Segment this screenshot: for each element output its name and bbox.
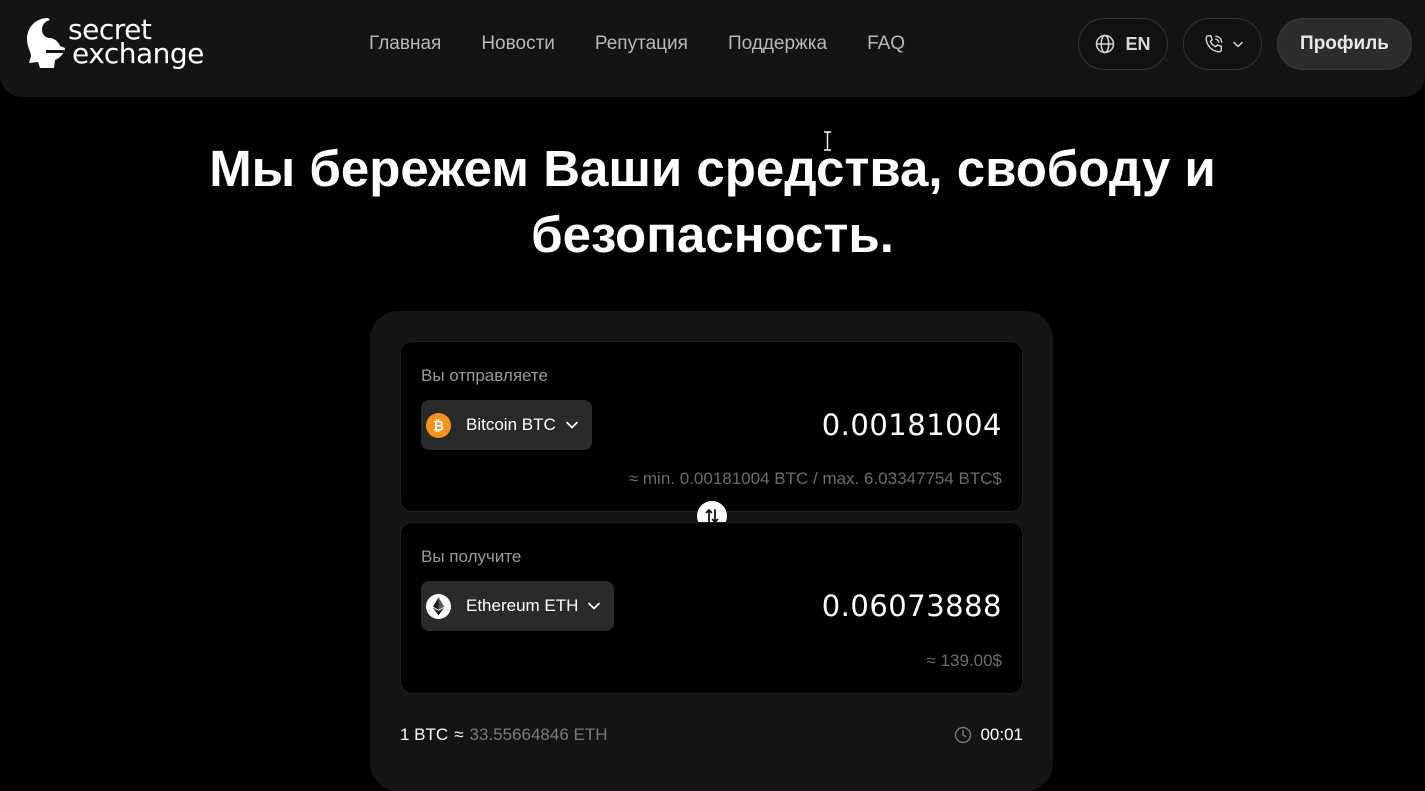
- globe-icon: [1096, 34, 1115, 54]
- nav-item-faq[interactable]: FAQ: [867, 32, 905, 56]
- nav-item-support[interactable]: Поддержка: [728, 32, 827, 56]
- hero-title-line-1: Мы бережем Ваши средства, свободу и: [209, 140, 1216, 197]
- send-panel: Вы отправляете ₿ Bitcoin BTC 0.00181004 …: [400, 341, 1023, 512]
- rate-quote: 33.55664846 ETH: [469, 725, 608, 744]
- chevron-down-icon: [588, 602, 601, 610]
- brand-name: secret exchange: [68, 16, 204, 70]
- chevron-down-icon: [565, 421, 578, 429]
- send-coin-name: Bitcoin BTC: [466, 415, 556, 434]
- receive-coin-select[interactable]: Ethereum ETH: [421, 581, 615, 631]
- send-coin-select[interactable]: ₿ Bitcoin BTC: [421, 400, 592, 450]
- nav-item-home[interactable]: Главная: [369, 32, 441, 56]
- hero-title-line-2: безопасность.: [531, 206, 894, 263]
- receive-usd-hint: ≈ 139.00$: [926, 651, 1002, 670]
- main-nav: Главная Новости Репутация Поддержка FAQ: [369, 32, 905, 56]
- profile-button[interactable]: Профиль: [1277, 18, 1412, 70]
- rate-timer: 00:01: [954, 725, 1023, 745]
- exchange-rate: 1 BTC ≈33.55664846 ETH: [400, 725, 608, 745]
- language-label: EN: [1125, 33, 1151, 54]
- exchange-card: Вы отправляете ₿ Bitcoin BTC 0.00181004 …: [370, 311, 1053, 791]
- chevron-down-icon: [1232, 41, 1243, 47]
- logo-head-icon: [27, 18, 65, 68]
- bitcoin-icon: ₿: [426, 412, 451, 438]
- site-header: secret exchange Главная Новости Репутаци…: [0, 0, 1425, 97]
- ethereum-icon: [426, 593, 451, 619]
- receive-panel: Вы получите Ethereum ETH 0.06073888 ≈ 13…: [400, 522, 1023, 694]
- timer-value: 00:01: [980, 725, 1023, 744]
- rate-approx-sign: ≈: [454, 725, 464, 744]
- receive-amount-output[interactable]: 0.06073888: [822, 589, 1002, 623]
- svg-text:₿: ₿: [433, 418, 444, 434]
- send-limits-hint: ≈ min. 0.00181004 BTC / max. 6.03347754 …: [628, 469, 1002, 488]
- receive-coin-name: Ethereum ETH: [466, 596, 579, 615]
- brand-line-2: exchange: [72, 37, 204, 70]
- hero-title: Мы бережем Ваши средства, свободу и безо…: [150, 136, 1275, 268]
- phone-menu-button[interactable]: [1183, 18, 1262, 70]
- send-amount-input[interactable]: 0.00181004: [822, 408, 1002, 442]
- phone-icon: [1205, 35, 1222, 53]
- nav-item-reputation[interactable]: Репутация: [595, 32, 688, 56]
- rate-base: 1 BTC: [400, 725, 449, 744]
- language-switcher[interactable]: EN: [1078, 18, 1168, 70]
- receive-label: Вы получите: [421, 547, 522, 566]
- clock-icon: [955, 726, 972, 744]
- nav-item-news[interactable]: Новости: [481, 32, 555, 56]
- brand-logo[interactable]: secret exchange: [24, 16, 254, 72]
- send-label: Вы отправляете: [421, 366, 548, 385]
